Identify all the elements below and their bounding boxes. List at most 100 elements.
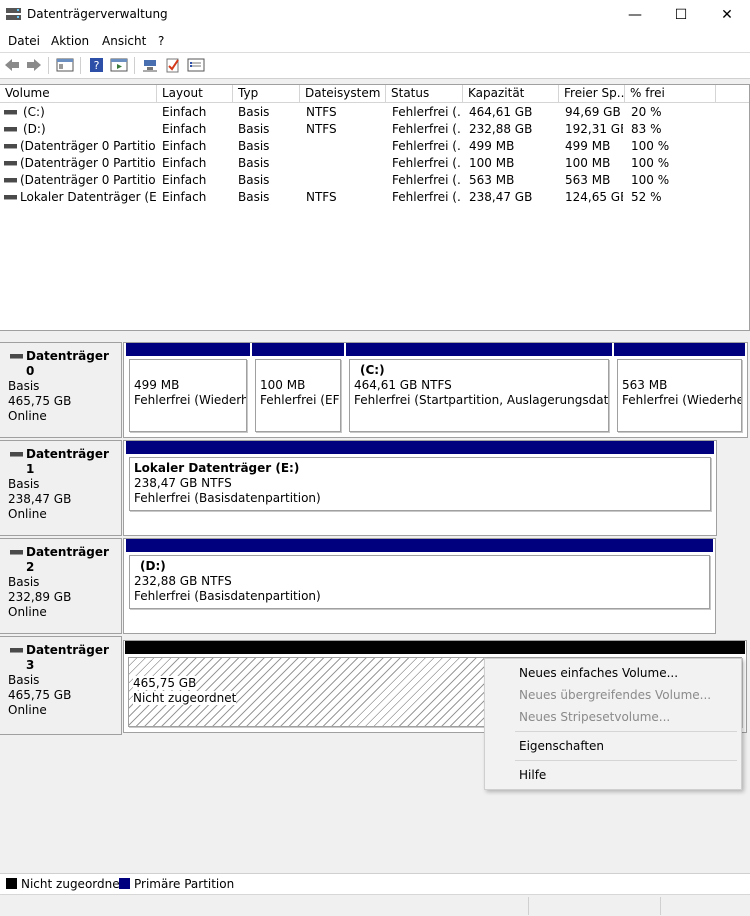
volume-cell: Basis xyxy=(238,190,270,204)
disk-1-partitions: Lokaler Datenträger (E:) 238,47 GB NTFS Fe… xyxy=(123,440,717,536)
column-header-freier-speicher[interactable]: Freier Sp... xyxy=(559,85,625,102)
menu-item-new-striped-volume: Neues Stripesetvolume... xyxy=(519,710,671,724)
disk-3-size: 465,75 GB xyxy=(8,688,72,702)
disk-0-partition-1[interactable]: 499 MBFehlerfrei (Wiederherstellungspart… xyxy=(126,343,250,435)
volume-cell: 464,61 GB xyxy=(469,105,533,119)
svg-text:?: ? xyxy=(94,59,100,72)
forward-arrow-icon[interactable] xyxy=(25,57,43,73)
volume-cell: (Datenträger 0 Partition... xyxy=(20,156,156,170)
volume-cell: Fehlerfrei (... xyxy=(392,190,462,204)
disk-0-partition-2[interactable]: 100 MBFehlerfrei (EFI-Systempartition) xyxy=(252,343,344,435)
primary-partition-bar xyxy=(126,441,714,454)
volume-cell: Basis xyxy=(238,173,270,187)
minimize-button[interactable]: — xyxy=(612,0,658,30)
volume-cell: Fehlerfrei (... xyxy=(392,105,462,119)
column-header-typ[interactable]: Typ xyxy=(233,85,300,102)
menu-item-properties[interactable]: Eigenschaften xyxy=(519,739,604,753)
volume-list[interactable]: Volume Layout Typ Dateisystem Status Kap… xyxy=(0,84,750,331)
volume-row[interactable]: (Datenträger 0 Partition... Einfach Basis F… xyxy=(0,172,749,189)
connect-icon[interactable] xyxy=(141,57,159,73)
drive-icon xyxy=(4,144,17,149)
volume-row[interactable]: (Datenträger 0 Partition... Einfach Basis F… xyxy=(0,138,749,155)
legend-unallocated: Nicht zugeordnet xyxy=(21,877,125,891)
disk-2-size: 232,89 GB xyxy=(8,590,72,604)
volume-cell: (Datenträger 0 Partition... xyxy=(20,173,156,187)
title-bar: Datenträgerverwaltung — ☐ ✕ xyxy=(0,0,750,30)
partition-status: Fehlerfrei (Basisdatenpartition) xyxy=(134,491,321,505)
volume-cell xyxy=(306,155,386,172)
volume-cell: Einfach xyxy=(162,139,207,153)
disk-2-label[interactable]: Datenträger 2 Basis 232,89 GB Online xyxy=(0,538,122,634)
disk-2-type: Basis xyxy=(8,575,40,589)
maximize-button[interactable]: ☐ xyxy=(658,0,704,30)
volume-cell: 100 MB xyxy=(565,156,611,170)
column-header-dateisystem[interactable]: Dateisystem xyxy=(300,85,386,102)
disk-1-partition-e[interactable]: Lokaler Datenträger (E:) 238,47 GB NTFS Fe… xyxy=(126,441,714,533)
volume-list-header: Volume Layout Typ Dateisystem Status Kap… xyxy=(0,85,749,103)
volume-cell: Einfach xyxy=(162,173,207,187)
drive-icon xyxy=(4,195,17,200)
volume-cell: Einfach xyxy=(162,105,207,119)
action-pane-icon[interactable] xyxy=(110,57,128,73)
partition-title: (D:) xyxy=(140,559,166,573)
menu-datei[interactable]: Datei xyxy=(8,34,40,48)
menu-aktion[interactable]: Aktion xyxy=(51,34,89,48)
column-header-status[interactable]: Status xyxy=(386,85,463,102)
primary-partition-bar xyxy=(614,343,745,356)
menu-help[interactable]: ? xyxy=(158,34,164,48)
volume-row[interactable]: (D:) Einfach Basis NTFS Fehlerfrei (... 232,8… xyxy=(0,121,749,138)
volume-cell: Basis xyxy=(238,139,270,153)
unallocated-bar xyxy=(125,641,745,654)
legend-bar: Nicht zugeordnet Primäre Partition xyxy=(0,873,750,894)
disk-3-state: Online xyxy=(8,703,47,717)
properties-icon[interactable] xyxy=(187,57,205,73)
disk-0-partition-c[interactable]: (C:) 464,61 GB NTFS Fehlerfrei (Startparti… xyxy=(346,343,612,435)
toolbar-separator xyxy=(80,57,81,74)
disk-1-label[interactable]: Datenträger 1 Basis 238,47 GB Online xyxy=(0,440,122,536)
menu-item-help[interactable]: Hilfe xyxy=(519,768,546,782)
column-header-prozent-frei[interactable]: % frei xyxy=(625,85,716,102)
disk-0-label[interactable]: Datenträger 0 Basis 465,75 GB Online xyxy=(0,342,122,438)
disk-2-partition-d[interactable]: (D:) 232,88 GB NTFS Fehlerfrei (Basisdaten… xyxy=(126,539,713,631)
disk-1-state: Online xyxy=(8,507,47,521)
column-header-volume[interactable]: Volume xyxy=(0,85,157,102)
checklist-icon[interactable] xyxy=(164,57,182,73)
status-divider xyxy=(528,897,529,915)
menu-item-new-simple-volume[interactable]: Neues einfaches Volume... xyxy=(519,666,678,680)
disk-3-label[interactable]: Datenträger 3 Basis 465,75 GB Online xyxy=(0,636,122,735)
volume-cell: Lokaler Datenträger (E:) xyxy=(20,190,156,204)
primary-partition-bar xyxy=(126,539,713,552)
volume-cell: Einfach xyxy=(162,122,207,136)
partition-size: 563 MB xyxy=(622,378,668,392)
back-arrow-icon[interactable] xyxy=(3,57,21,73)
volume-row[interactable]: (Datenträger 0 Partition... Einfach Basis F… xyxy=(0,155,749,172)
close-button[interactable]: ✕ xyxy=(704,0,750,30)
volume-cell: Basis xyxy=(238,156,270,170)
partition-title: (C:) xyxy=(360,363,385,377)
console-tree-icon[interactable] xyxy=(56,57,74,73)
disk-1-size: 238,47 GB xyxy=(8,492,72,506)
volume-cell: 192,31 GB xyxy=(565,122,623,136)
primary-partition-bar xyxy=(252,343,344,356)
drive-icon xyxy=(4,178,17,183)
partition-size: 499 MB xyxy=(134,378,180,392)
volume-cell: 563 MB xyxy=(565,173,611,187)
disk-0-partitions: 499 MBFehlerfrei (Wiederherstellungspart… xyxy=(123,342,748,438)
window-title: Datenträgerverwaltung xyxy=(27,7,168,21)
disk-0-size: 465,75 GB xyxy=(8,394,72,408)
help-icon[interactable]: ? xyxy=(88,57,106,73)
disk-0-partition-4[interactable]: 563 MBFehlerfrei (Wiederherstellungspart… xyxy=(614,343,745,435)
menu-ansicht[interactable]: Ansicht xyxy=(102,34,146,48)
column-header-kapazitaet[interactable]: Kapazität xyxy=(463,85,559,102)
column-header-layout[interactable]: Layout xyxy=(157,85,233,102)
partition-size: 464,61 GB NTFS xyxy=(354,378,452,392)
drive-icon xyxy=(4,110,17,115)
menu-separator xyxy=(515,731,737,732)
volume-cell: 100 % xyxy=(631,173,670,187)
context-menu: Neues einfaches Volume... Neues übergrei… xyxy=(484,658,742,790)
partition-size: 465,75 GB xyxy=(133,676,197,690)
disk-2-name: Datenträger 2 xyxy=(8,545,121,575)
volume-row[interactable]: Lokaler Datenträger (E:) Einfach Basis NTFS… xyxy=(0,189,749,206)
disk-2-state: Online xyxy=(8,605,47,619)
volume-row[interactable]: (C:) Einfach Basis NTFS Fehlerfrei (... 464,6… xyxy=(0,104,749,121)
